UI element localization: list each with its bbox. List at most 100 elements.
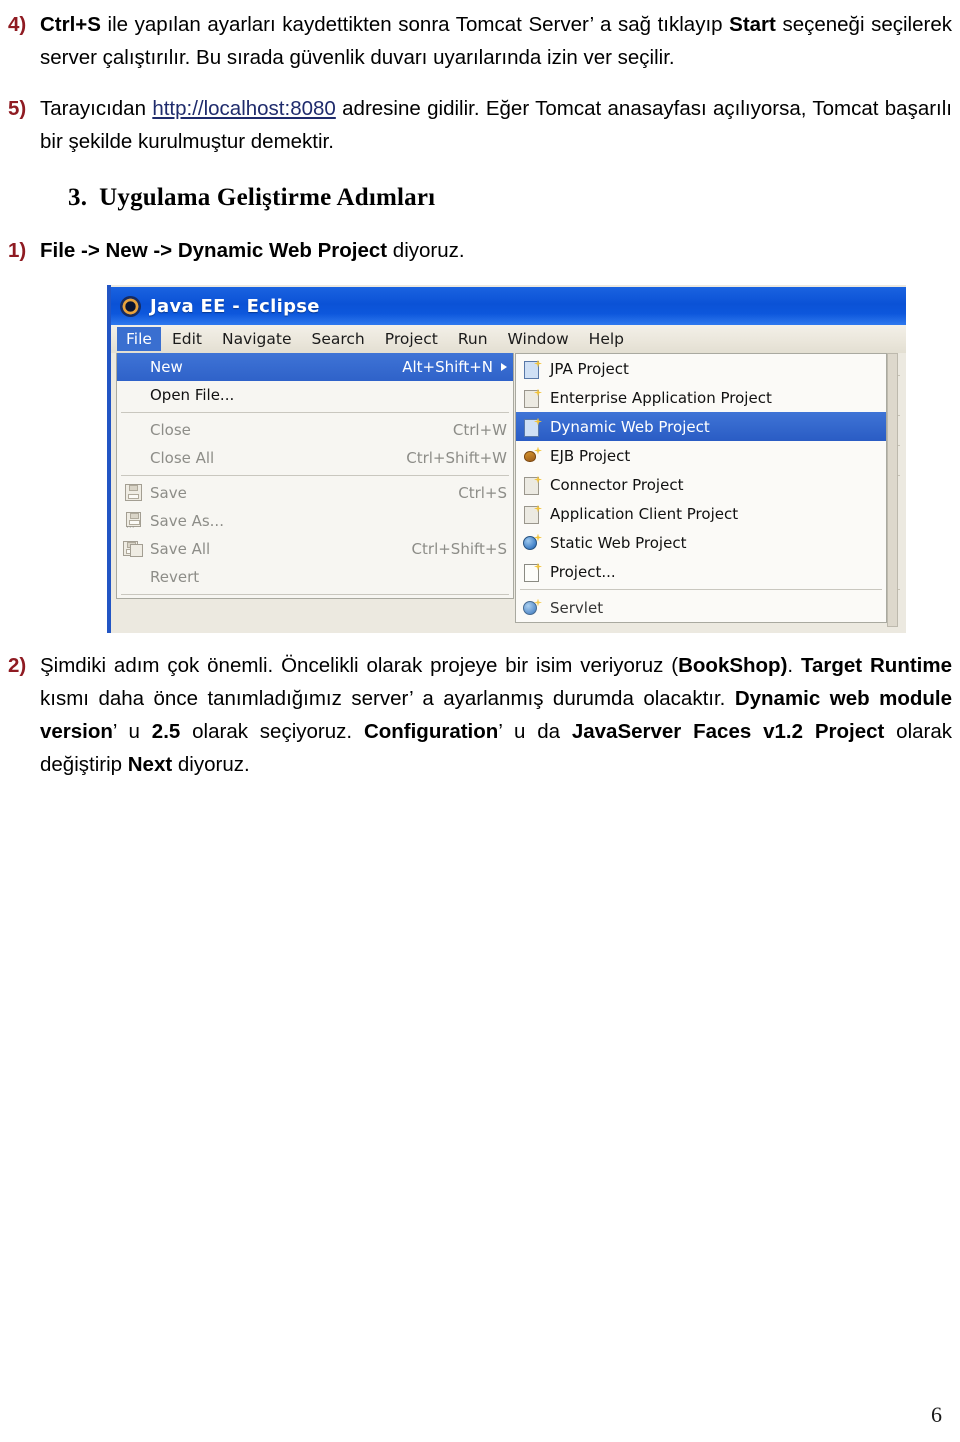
bold-next: Next [127,753,173,776]
menu-separator [121,412,509,413]
submenu-item-servlet[interactable]: Servlet [516,593,886,622]
bold-ctrl-s: Ctrl+S [40,13,101,36]
submenu-item-label: Servlet [550,598,604,617]
submenu-item-label: JPA Project [550,359,629,378]
menu-separator [121,594,509,595]
menu-item-revert: Revert [117,563,513,591]
bold-version-value: 2.5 [151,720,181,743]
list-item: 4) Ctrl+S ile yapılan ayarları kaydettik… [0,8,960,74]
window-titlebar: Java EE - Eclipse [111,287,906,325]
static-web-project-icon [522,533,542,552]
submenu-item-ejb-project[interactable]: EJB Project [516,441,886,470]
submenu-item-label: Static Web Project [550,533,687,552]
bold-file-new-path: File -> New -> Dynamic Web Project [40,239,388,262]
floppy-save-as-icon: ··· [123,511,144,533]
menubar-item-search[interactable]: Search [303,327,374,351]
enterprise-application-project-icon [522,388,542,408]
list-item: 5) Tarayıcıdan http://localhost:8080 adr… [0,92,960,158]
submenu-scrollbar[interactable] [887,353,898,627]
bold-bookshop: BookShop) [678,654,788,677]
menu-item-label: Save [150,484,187,502]
application-client-project-icon [522,504,542,524]
step2-text-d: ’ u [112,720,152,743]
submenu-item-label: Dynamic Web Project [550,417,710,436]
jpa-project-icon [522,359,542,379]
menu-item-open-file[interactable]: Open File... [117,381,513,409]
section-number: 3. [68,184,88,211]
list-item-number: 2) [8,654,27,677]
servlet-icon [522,598,542,617]
submenu-item-label: Project... [550,562,616,581]
menubar-item-window[interactable]: Window [499,327,578,351]
item4-text-a: ile yapılan ayarları kaydettikten sonra … [100,13,730,36]
connector-project-icon [522,475,542,495]
submenu-item-connector-project[interactable]: Connector Project [516,470,886,499]
section-title: Uygulama Geliştirme Adımları [99,184,436,211]
new-submenu: JPA Project Enterprise Application Proje… [515,353,887,623]
menu-item-label: Open File... [150,386,235,404]
menubar: File Edit Navigate Search Project Run Wi… [111,325,906,353]
section-heading: 3. Uygulama Geliştirme Adımları [0,184,960,212]
menu-separator [520,589,882,590]
bold-target-runtime: Target Runtime [801,654,953,677]
menubar-item-navigate[interactable]: Navigate [213,327,301,351]
menu-item-save-as: ··· Save As... [117,507,513,535]
bold-jsf-project: JavaServer Faces v1.2 Project [571,720,885,743]
blank-icon [123,567,144,587]
step2-text-b: . [787,654,801,677]
menu-item-label: Close [150,421,191,439]
step2-text-e: olarak seçiyoruz. [180,720,364,743]
menu-item-close-all: Close All Ctrl+Shift+W [117,444,513,472]
menubar-item-edit[interactable]: Edit [163,327,211,351]
list-item-number: 5) [8,97,27,120]
submenu-item-enterprise-application-project[interactable]: Enterprise Application Project [516,383,886,412]
menu-item-label: Close All [150,449,215,467]
menubar-item-run[interactable]: Run [449,327,497,351]
menu-item-save: Save Ctrl+S [117,479,513,507]
bold-configuration: Configuration [363,720,499,743]
step2-text-h: diyoruz. [172,753,250,776]
step2-text-a: Şimdiki adım çok önemli. Öncelikli olara… [40,654,679,677]
menu-item-accelerator: Alt+Shift+N [402,358,493,376]
blank-icon [123,357,144,377]
list-item-text: File -> New -> Dynamic Web Project diyor… [40,234,960,267]
submenu-item-application-client-project[interactable]: Application Client Project [516,499,886,528]
chevron-right-icon [501,363,507,371]
floppy-save-all-icon [123,539,144,559]
blank-icon [123,385,144,405]
menu-item-label: New [150,358,183,376]
menubar-item-file[interactable]: File [117,327,161,351]
list-item-number: 1) [8,239,27,262]
menu-item-accelerator: Ctrl+S [458,484,507,502]
floppy-save-icon [123,483,144,503]
dynamic-web-project-icon [522,417,542,437]
menubar-item-project[interactable]: Project [376,327,447,351]
window-title: Java EE - Eclipse [150,295,320,317]
file-dropdown-menu: New Alt+Shift+N Open File... Close Ctrl+… [116,353,514,599]
eclipse-screenshot: Java EE - Eclipse File Edit Navigate Sea… [107,285,906,633]
eclipse-window: Java EE - Eclipse File Edit Navigate Sea… [107,285,906,633]
menu-item-label: Save As... [150,512,224,530]
submenu-item-project[interactable]: Project... [516,557,886,586]
menubar-item-help[interactable]: Help [580,327,633,351]
list-item-text: Ctrl+S ile yapılan ayarları kaydettikten… [40,8,960,74]
submenu-item-dynamic-web-project[interactable]: Dynamic Web Project [516,412,886,441]
list-item-text: Tarayıcıdan http://localhost:8080 adresi… [40,92,960,158]
menu-item-accelerator: Ctrl+Shift+W [406,449,507,467]
submenu-item-jpa-project[interactable]: JPA Project [516,354,886,383]
menu-item-new[interactable]: New Alt+Shift+N [117,353,513,381]
submenu-item-static-web-project[interactable]: Static Web Project [516,528,886,557]
menu-item-label: Save All [150,540,211,558]
menu-separator [121,475,509,476]
menu-item-accelerator: Ctrl+W [452,421,507,439]
menu-item-accelerator: Ctrl+Shift+S [411,540,507,558]
submenu-item-label: Connector Project [550,475,684,494]
menu-item-label: Revert [150,568,200,586]
step2-text-f: ’ u da [498,720,572,743]
localhost-link[interactable]: http://localhost:8080 [152,97,336,120]
bold-start: Start [729,13,776,36]
page-number: 6 [931,1402,942,1427]
list-item: 2) Şimdiki adım çok önemli. Öncelikli ol… [0,649,960,781]
